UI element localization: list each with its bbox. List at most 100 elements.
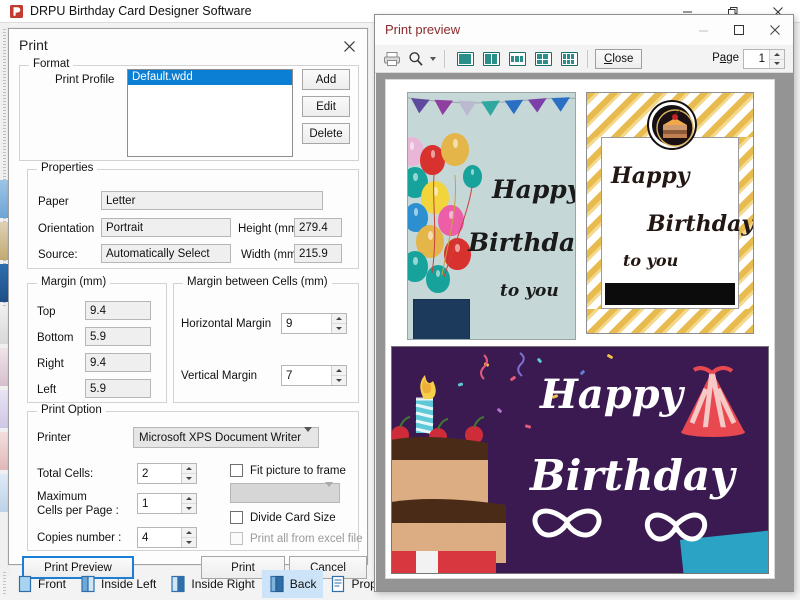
card-side-tabs: Front Inside Left Inside Right Back Prop — [10, 568, 410, 600]
margin-bottom-field[interactable]: 5.9 — [85, 327, 151, 346]
tab-front[interactable]: Front — [10, 570, 73, 598]
max-cells-stepper[interactable]: 1 — [137, 493, 197, 514]
spin-up-icon[interactable] — [332, 366, 346, 376]
spin-down-icon[interactable] — [332, 376, 346, 385]
chevron-band-left — [587, 137, 601, 309]
print-profile-label: Print Profile — [55, 74, 115, 86]
spin-down-icon[interactable] — [770, 60, 784, 69]
six-page-layout-button[interactable] — [557, 48, 581, 70]
max-cells-value[interactable]: 1 — [138, 494, 181, 513]
balloons-bunting-card[interactable]: Happy Birthday to you — [407, 92, 576, 340]
vertical-margin-stepper[interactable]: 7 — [281, 365, 347, 386]
printer-icon[interactable] — [380, 48, 404, 70]
chevron-down-icon[interactable] — [427, 48, 439, 70]
white-bow-gift — [644, 512, 708, 542]
copies-number-stepper[interactable]: 4 — [137, 527, 197, 548]
preview-close-button[interactable] — [757, 15, 793, 45]
total-cells-label: Total Cells: — [37, 468, 94, 480]
horizontal-margin-value[interactable]: 9 — [282, 314, 331, 333]
source-label: Source: — [38, 249, 78, 261]
fit-picture-checkbox-row[interactable]: Fit picture to frame — [230, 464, 346, 477]
print-profile-selected-item[interactable]: Default.wdd — [128, 70, 292, 85]
vertical-margin-value[interactable]: 7 — [282, 366, 331, 385]
edit-profile-button[interactable]: Edit — [302, 96, 350, 117]
preview-minimize-button — [685, 15, 721, 45]
total-cells-value[interactable]: 2 — [138, 464, 181, 483]
vertical-margin-arrows[interactable] — [331, 366, 346, 385]
margin-top-field[interactable]: 9.4 — [85, 301, 151, 320]
two-page-layout-button[interactable] — [479, 48, 503, 70]
spin-down-icon[interactable] — [182, 474, 196, 483]
card-line-1: Happy — [492, 175, 576, 204]
width-field[interactable]: 215.9 — [294, 244, 342, 263]
tab-inside-left[interactable]: Inside Left — [73, 570, 163, 598]
preview-page: Happy Birthday to you — [385, 79, 775, 579]
paper-label: Paper — [38, 196, 69, 208]
properties-icon — [330, 575, 346, 593]
horizontal-margin-stepper[interactable]: 9 — [281, 313, 347, 334]
page-number-value[interactable]: 1 — [744, 50, 769, 68]
three-page-layout-button[interactable] — [505, 48, 529, 70]
printer-label: Printer — [37, 432, 71, 444]
print-dialog: Print Format Print Profile Default.wdd A… — [8, 28, 368, 579]
spin-up-icon[interactable] — [770, 50, 784, 60]
print-preview-window-controls — [685, 15, 793, 45]
horizontal-margin-arrows[interactable] — [331, 314, 346, 333]
horizontal-margin-label: Horizontal Margin — [181, 318, 272, 330]
tabstrip-grip[interactable] — [3, 572, 6, 596]
preview-close-toolbar-button[interactable]: Close — [595, 49, 643, 69]
tab-properties-label: Prop — [351, 577, 377, 591]
margin-left-field[interactable]: 5.9 — [85, 379, 151, 398]
spin-up-icon[interactable] — [332, 314, 346, 324]
spin-down-icon[interactable] — [332, 324, 346, 333]
margin-right-field[interactable]: 9.4 — [85, 353, 151, 372]
height-field[interactable]: 279.4 — [294, 218, 342, 237]
spin-up-icon[interactable] — [182, 494, 196, 504]
magnifier-icon[interactable] — [405, 48, 427, 70]
preview-maximize-button[interactable] — [721, 15, 757, 45]
book-inside-right-icon — [170, 575, 186, 593]
card-line-3: to you — [500, 281, 559, 301]
bunting-decoration — [408, 97, 575, 116]
total-cells-arrows[interactable] — [181, 464, 196, 483]
print-preview-window: Print preview C lose Page 1 Happy Birthd… — [374, 14, 794, 592]
source-field[interactable]: Automatically Select — [101, 244, 231, 263]
divide-card-label: Divide Card Size — [250, 511, 336, 524]
print-profile-listbox[interactable]: Default.wdd — [127, 69, 293, 157]
tab-inside-right-label: Inside Right — [191, 577, 255, 591]
tab-inside-left-label: Inside Left — [101, 577, 157, 591]
divide-card-checkbox-row[interactable]: Divide Card Size — [230, 511, 336, 524]
spin-up-icon[interactable] — [182, 464, 196, 474]
spin-up-icon[interactable] — [182, 528, 196, 538]
page-number-stepper[interactable]: 1 — [743, 49, 785, 69]
printer-combobox[interactable]: Microsoft XPS Document Writer — [133, 426, 319, 448]
gold-chevron-cake-card[interactable]: Happy Birthday to you — [586, 92, 754, 334]
print-preview-area[interactable]: Happy Birthday to you — [376, 73, 794, 591]
print-dialog-close-icon[interactable] — [337, 35, 361, 57]
card-line-2: Birthday — [468, 228, 576, 257]
orientation-label: Orientation — [38, 223, 95, 235]
one-page-layout-button[interactable] — [453, 48, 477, 70]
book-inside-left-icon — [80, 575, 96, 593]
four-page-layout-button[interactable] — [531, 48, 555, 70]
purple-cake-card[interactable]: Happy Birthday — [391, 346, 769, 574]
copies-number-value[interactable]: 4 — [138, 528, 181, 547]
divide-card-checkbox[interactable] — [230, 511, 243, 524]
spin-down-icon[interactable] — [182, 504, 196, 513]
spin-down-icon[interactable] — [182, 538, 196, 547]
chevron-band-bottom — [587, 309, 753, 333]
fit-picture-checkbox[interactable] — [230, 464, 243, 477]
orientation-field[interactable]: Portrait — [101, 218, 231, 237]
copies-number-arrows[interactable] — [181, 528, 196, 547]
tab-inside-right[interactable]: Inside Right — [163, 570, 261, 598]
max-cells-arrows[interactable] — [181, 494, 196, 513]
add-profile-button[interactable]: Add — [302, 69, 350, 90]
page-number-arrows[interactable] — [769, 50, 784, 68]
paper-field[interactable]: Letter — [101, 191, 323, 210]
white-bow — [532, 508, 602, 538]
margin-top-label: Top — [37, 306, 56, 318]
card-line-1: Happy — [611, 163, 690, 189]
total-cells-stepper[interactable]: 2 — [137, 463, 197, 484]
delete-profile-button[interactable]: Delete — [302, 123, 350, 144]
tab-back[interactable]: Back — [261, 570, 324, 598]
